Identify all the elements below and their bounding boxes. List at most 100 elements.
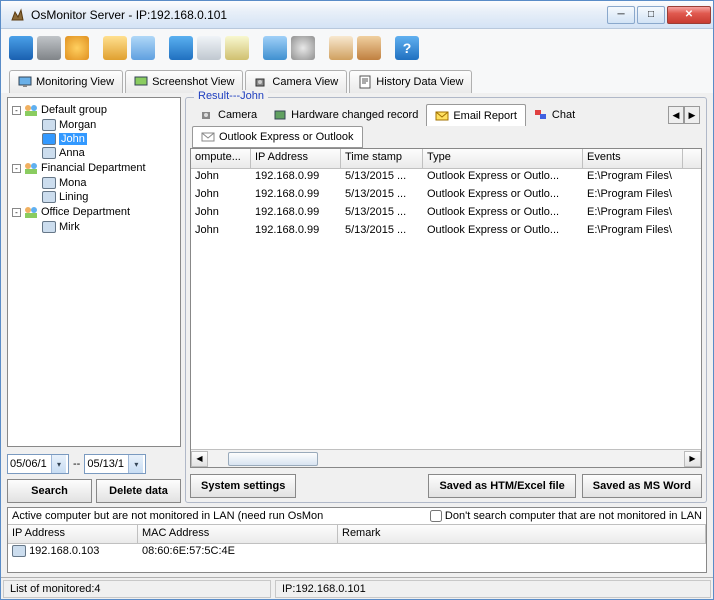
subtab-row: Outlook Express or Outlook: [190, 126, 702, 148]
lower-header: Active computer but are not monitored in…: [8, 508, 706, 524]
col-computer[interactable]: ompute...: [191, 149, 251, 168]
toolbar-users-icon[interactable]: [65, 36, 89, 60]
tab-label: Chat: [552, 109, 575, 121]
col-ip[interactable]: IP Address: [251, 149, 341, 168]
grid-cell: 192.168.0.99: [251, 187, 341, 205]
toolbar-person-icon[interactable]: [357, 36, 381, 60]
tab-label: Email Report: [453, 110, 517, 122]
save-htm-excel-button[interactable]: Saved as HTM/Excel file: [428, 474, 575, 498]
grid-cell: John: [191, 187, 251, 205]
col-time[interactable]: Time stamp: [341, 149, 423, 168]
tree-item[interactable]: John: [10, 132, 178, 146]
toolbar-mail-icon[interactable]: [197, 36, 221, 60]
date-from-input[interactable]: 05/06/1▾: [7, 454, 69, 474]
monitor-icon: [42, 147, 56, 159]
grid-row[interactable]: John192.168.0.995/13/2015 ...Outlook Exp…: [191, 187, 701, 205]
toolbar-key-icon[interactable]: [131, 36, 155, 60]
dropdown-icon[interactable]: ▾: [51, 455, 66, 473]
scroll-left-icon[interactable]: ◀: [191, 451, 208, 467]
system-settings-button[interactable]: System settings: [190, 474, 296, 498]
tree-item[interactable]: Mirk: [10, 220, 178, 234]
monitor-icon: [18, 75, 32, 89]
toolbar-folder-icon[interactable]: [103, 36, 127, 60]
tab-hardware[interactable]: Hardware changed record: [265, 104, 426, 126]
tab-monitoring-view[interactable]: Monitoring View: [9, 70, 123, 93]
tab-camera[interactable]: Camera: [192, 104, 265, 126]
grid-body[interactable]: John192.168.0.995/13/2015 ...Outlook Exp…: [191, 169, 701, 449]
tree-item[interactable]: Anna: [10, 146, 178, 160]
toolbar-disc-icon[interactable]: [291, 36, 315, 60]
tab-label: Monitoring View: [36, 76, 114, 88]
lower-grid-row[interactable]: 192.168.0.103 08:60:6E:57:5C:4E: [8, 544, 706, 561]
tab-nav-right[interactable]: ▶: [684, 106, 700, 124]
tab-history-view[interactable]: History Data View: [349, 70, 472, 93]
date-range-row: 05/06/1▾ -- 05/13/1▾: [7, 453, 181, 475]
collapse-icon[interactable]: -: [12, 106, 21, 115]
scroll-thumb[interactable]: [228, 452, 318, 466]
toolbar-report-icon[interactable]: [329, 36, 353, 60]
date-to-input[interactable]: 05/13/1▾: [84, 454, 146, 474]
tab-chat[interactable]: Chat: [526, 104, 583, 126]
tree-group[interactable]: - Default group: [10, 102, 178, 118]
tab-email-report[interactable]: Email Report: [426, 104, 526, 126]
grid-cell: E:\Program Files\: [583, 187, 683, 205]
subtab-outlook[interactable]: Outlook Express or Outlook: [192, 126, 363, 148]
grid-cell: 5/13/2015 ...: [341, 205, 423, 223]
grid-cell: 192.168.0.99: [251, 223, 341, 241]
view-tabs: Monitoring View Screenshot View Camera V…: [1, 67, 713, 93]
tree-item[interactable]: Morgan: [10, 118, 178, 132]
group-label: Financial Department: [41, 162, 146, 174]
horizontal-scrollbar[interactable]: ◀ ▶: [191, 449, 701, 467]
toolbar-monitor-icon[interactable]: [9, 36, 33, 60]
col-ip-address[interactable]: IP Address: [8, 525, 138, 543]
toolbar-help-icon[interactable]: ?: [395, 36, 419, 60]
hardware-icon: [273, 108, 287, 122]
tab-label: Camera View: [272, 76, 338, 88]
app-window: OsMonitor Server - IP:192.168.0.101 ─ □ …: [0, 0, 714, 600]
col-mac-address[interactable]: MAC Address: [138, 525, 338, 543]
left-pane: - Default group Morgan John Anna - Finan…: [7, 97, 181, 503]
toolbar-settings-icon[interactable]: [37, 36, 61, 60]
collapse-icon[interactable]: -: [12, 164, 21, 173]
grid-row[interactable]: John192.168.0.995/13/2015 ...Outlook Exp…: [191, 169, 701, 187]
main-toolbar: ?: [1, 29, 713, 67]
toolbar-search-icon[interactable]: [225, 36, 249, 60]
tree-item[interactable]: Lining: [10, 190, 178, 204]
group-tree[interactable]: - Default group Morgan John Anna - Finan…: [7, 97, 181, 447]
grid-cell: John: [191, 223, 251, 241]
user-label: Mona: [59, 177, 87, 189]
search-button[interactable]: Search: [7, 479, 92, 503]
collapse-icon[interactable]: -: [12, 208, 21, 217]
grid-row[interactable]: John192.168.0.995/13/2015 ...Outlook Exp…: [191, 205, 701, 223]
toolbar-screen-icon[interactable]: [169, 36, 193, 60]
dont-search-checkbox[interactable]: [430, 510, 442, 522]
checkbox-label: Don't search computer that are not monit…: [445, 510, 702, 522]
close-button[interactable]: ✕: [667, 6, 711, 24]
grid-cell: John: [191, 169, 251, 187]
user-label: Morgan: [59, 119, 96, 131]
tab-nav-arrows: ◀ ▶: [668, 106, 700, 124]
tree-group[interactable]: - Financial Department: [10, 160, 178, 176]
tab-nav-left[interactable]: ◀: [668, 106, 684, 124]
maximize-button[interactable]: □: [637, 6, 665, 24]
tree-group[interactable]: - Office Department: [10, 204, 178, 220]
minimize-button[interactable]: ─: [607, 6, 635, 24]
dont-search-checkbox-label[interactable]: Don't search computer that are not monit…: [430, 510, 702, 522]
col-remark[interactable]: Remark: [338, 525, 706, 543]
scroll-track[interactable]: [208, 451, 684, 467]
scroll-right-icon[interactable]: ▶: [684, 451, 701, 467]
status-ip: IP:192.168.0.101: [275, 580, 711, 598]
grid-row[interactable]: John192.168.0.995/13/2015 ...Outlook Exp…: [191, 223, 701, 241]
col-events[interactable]: Events: [583, 149, 683, 168]
toolbar-network-icon[interactable]: [263, 36, 287, 60]
grid-cell: E:\Program Files\: [583, 223, 683, 241]
dropdown-icon[interactable]: ▾: [128, 455, 143, 473]
delete-data-button[interactable]: Delete data: [96, 479, 181, 503]
monitor-icon: [42, 177, 56, 189]
tree-item[interactable]: Mona: [10, 176, 178, 190]
monitor-icon: [42, 133, 56, 145]
col-type[interactable]: Type: [423, 149, 583, 168]
grid-cell: John: [191, 205, 251, 223]
cell-mac: 08:60:6E:57:5C:4E: [138, 544, 338, 561]
save-word-button[interactable]: Saved as MS Word: [582, 474, 702, 498]
